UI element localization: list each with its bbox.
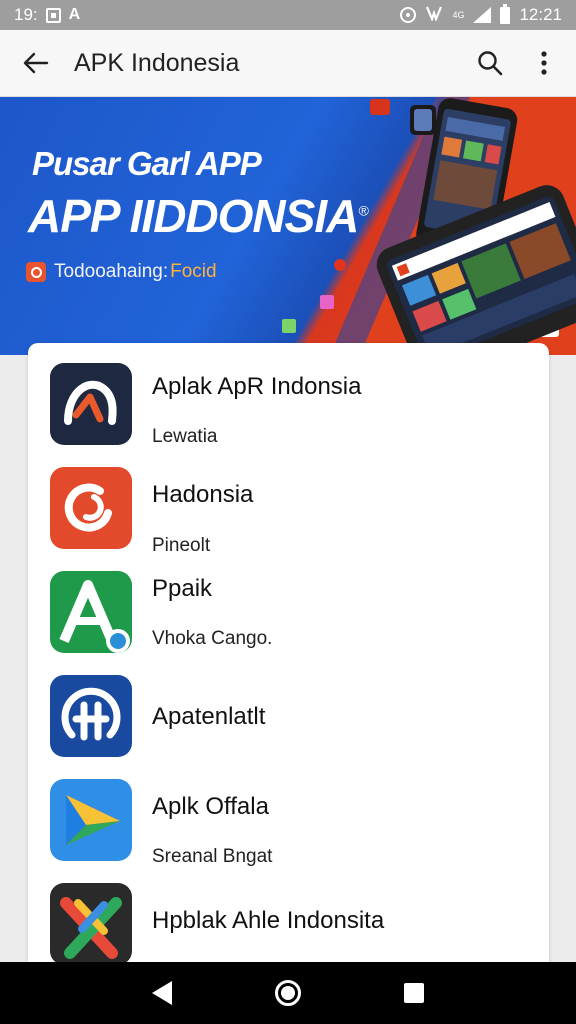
system-nav-bar [0, 962, 576, 1024]
page-title: APK Indonesia [74, 48, 240, 77]
app-name: Ppaik [152, 575, 213, 602]
promo-banner[interactable]: Pusar Garl APP APP IIDDONSIA® Todooahain… [0, 97, 576, 355]
app-name: Hpblak Ahle Indonsita [152, 907, 385, 934]
status-time-left: 19: [14, 5, 38, 24]
nav-home-icon[interactable] [274, 980, 301, 1006]
battery-icon [500, 3, 511, 24]
banner-subtitle-accent: Focid [170, 261, 217, 282]
app-bar: APK Indonesia [0, 30, 576, 97]
play-logo-icon [50, 779, 132, 861]
app-name: Hadonsia [152, 481, 254, 508]
status-time-right: 12:21 [519, 5, 562, 24]
app-name: Aplak ApR Indonsia [152, 373, 362, 400]
app-list-item[interactable]: Hadonsia Pineolt [28, 447, 549, 556]
a-icon: A [68, 6, 81, 23]
banner-headline-small: Pusar Garl APP [32, 145, 262, 182]
image-icon [45, 7, 61, 23]
app-list-item[interactable]: Aplk Offala Sreanal Bngat [28, 759, 549, 867]
nav-recents-icon[interactable] [404, 983, 425, 1003]
banner-subtitle-text: Todooahaing: [54, 261, 169, 282]
back-arrow-icon[interactable] [20, 47, 52, 79]
signal-icon [473, 7, 492, 23]
alarm-icon [400, 7, 417, 23]
refresh-logo-icon [50, 467, 132, 549]
network-label: 4G [452, 10, 465, 20]
app-name: Aplk Offala [152, 793, 269, 820]
more-vert-icon[interactable] [528, 47, 560, 79]
banner-headline-large: APP IIDDONSIA® [28, 190, 369, 242]
screen: 19: A 4G 12:21 APK Indonesia Pusar Garl … [0, 0, 576, 1024]
signal-logo-icon [50, 675, 132, 757]
search-icon[interactable] [474, 47, 506, 79]
app-list-item[interactable]: Apatenlatlt [28, 655, 549, 759]
app-list-item[interactable]: Aplak ApR Indonsia Lewatia [28, 343, 549, 447]
trademark-symbol: ® [358, 202, 368, 219]
app-subtitle: Vhoka Cango. [152, 628, 273, 649]
nav-back-icon[interactable] [151, 981, 172, 1005]
banner-subtitle: Todooahaing: Focid [26, 261, 217, 283]
status-bar: 19: A 4G 12:21 [0, 0, 576, 30]
app-list-item[interactable]: Hpblak Ahle Indonsita [28, 863, 549, 963]
vibrate-icon [425, 5, 443, 26]
banner-sub-icon [26, 262, 46, 282]
cross-logo-icon [50, 883, 132, 963]
wave-logo-icon [50, 363, 132, 445]
app-name: Apatenlatlt [152, 703, 266, 730]
letter-a-logo-icon [50, 571, 132, 653]
app-list-card: Aplak ApR Indonsia Lewatia Hadonsia Pine… [28, 343, 549, 963]
app-subtitle: Lewatia [152, 426, 218, 447]
app-list-item[interactable]: Ppaik Vhoka Cango. [28, 551, 549, 655]
